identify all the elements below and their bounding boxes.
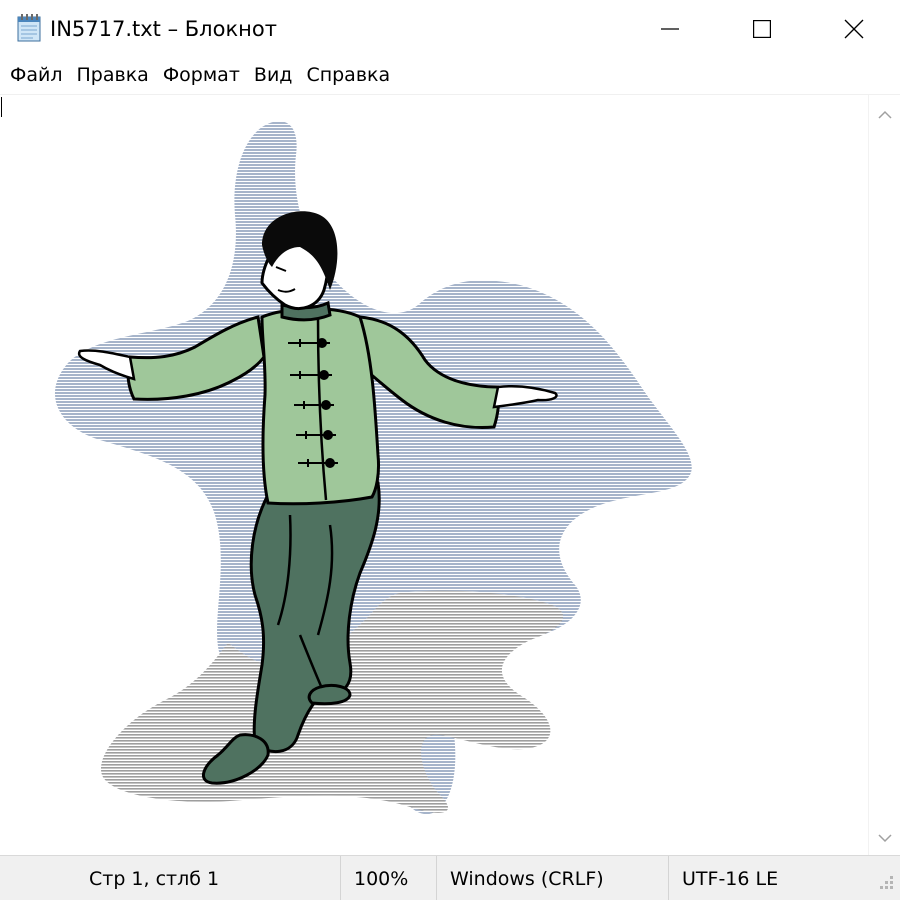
window-title: IN5717.txt – Блокнот — [50, 17, 277, 41]
text-caret — [1, 97, 2, 117]
menu-bar: Файл Правка Формат Вид Справка — [0, 58, 900, 95]
status-cursor-position: Стр 1, стлб 1 — [89, 867, 220, 890]
status-encoding: UTF-16 LE — [682, 867, 779, 890]
close-button[interactable] — [808, 0, 900, 58]
scroll-down-button[interactable] — [869, 819, 900, 855]
close-icon — [844, 19, 864, 39]
minimize-icon — [661, 20, 679, 38]
text-editor[interactable] — [0, 95, 868, 855]
status-zoom: 100% — [354, 867, 409, 890]
right-shoe — [307, 683, 352, 706]
status-line-endings: Windows (CRLF) — [450, 867, 604, 890]
menu-view[interactable]: Вид — [247, 59, 300, 93]
menu-help[interactable]: Справка — [299, 59, 397, 93]
title-bar[interactable]: IN5717.txt – Блокнот — [0, 0, 900, 58]
minimize-button[interactable] — [624, 0, 716, 58]
maximize-icon — [753, 20, 771, 38]
status-separator — [668, 856, 669, 900]
chevron-down-icon — [878, 828, 892, 847]
scroll-up-button[interactable] — [869, 95, 900, 131]
status-bar: Стр 1, стлб 1 100% Windows (CRLF) UTF-16… — [0, 855, 900, 900]
menu-edit[interactable]: Правка — [70, 59, 156, 93]
notepad-icon — [17, 14, 41, 42]
tai-chi-illustration — [54, 121, 692, 815]
status-separator — [340, 856, 341, 900]
maximize-button[interactable] — [716, 0, 808, 58]
status-separator — [436, 856, 437, 900]
resize-grip-icon[interactable] — [874, 870, 896, 892]
chevron-up-icon — [878, 104, 892, 123]
menu-file[interactable]: Файл — [3, 59, 70, 93]
menu-format[interactable]: Формат — [156, 59, 247, 93]
vertical-scrollbar[interactable] — [868, 95, 900, 855]
